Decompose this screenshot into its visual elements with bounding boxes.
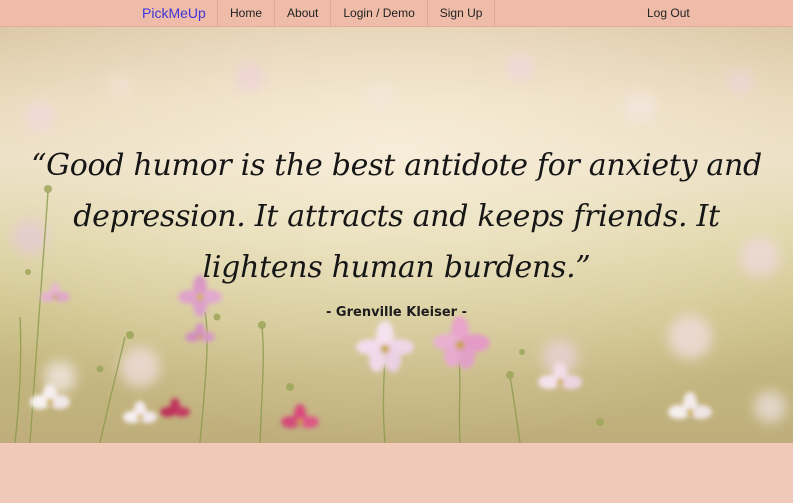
quote-author: - Grenville Kleiser - xyxy=(326,305,467,320)
brand-logo-link[interactable]: PickMeUp xyxy=(142,0,206,27)
quote-line: depression. It attracts and keeps friend… xyxy=(73,199,720,234)
nav-about-link[interactable]: About xyxy=(274,0,330,27)
logout-link[interactable]: Log Out xyxy=(647,0,690,27)
quote-line: lightens human burdens.” xyxy=(202,250,591,285)
hero-section: “Good humor is the best antidote for anx… xyxy=(0,27,793,443)
footer-band xyxy=(0,443,793,503)
nav-login-demo-link[interactable]: Login / Demo xyxy=(330,0,426,27)
nav-signup-link[interactable]: Sign Up xyxy=(426,0,496,27)
quote-container: “Good humor is the best antidote for anx… xyxy=(0,140,793,320)
nav-home-link[interactable]: Home xyxy=(217,0,274,27)
nav-links: Home About Login / Demo Sign Up xyxy=(217,0,496,27)
quote-text: “Good humor is the best antidote for anx… xyxy=(27,140,767,293)
quote-line: “Good humor is the best antidote for anx… xyxy=(31,148,762,183)
top-navbar: PickMeUp Home About Login / Demo Sign Up… xyxy=(0,0,793,27)
